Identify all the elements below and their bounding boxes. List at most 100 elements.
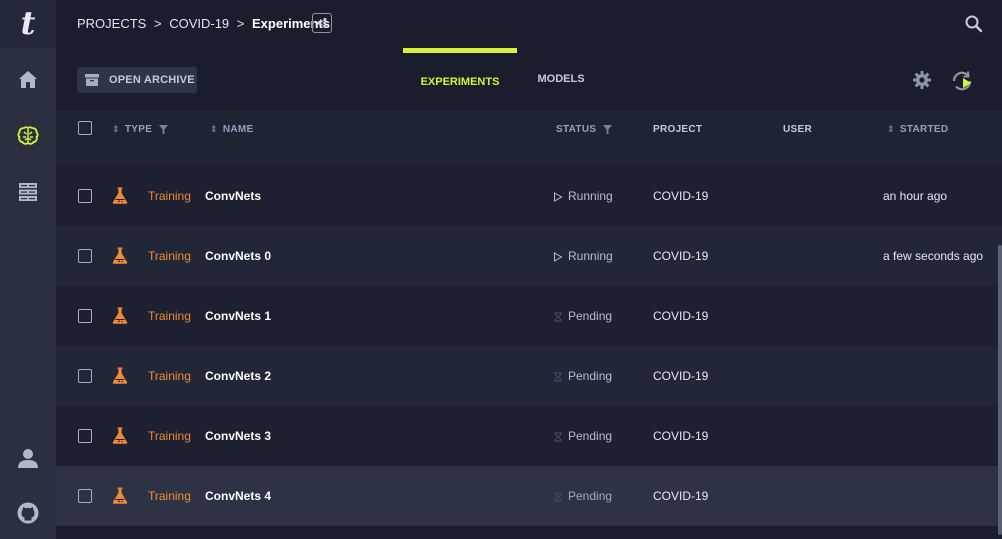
row-name: ConvNets 4 <box>205 489 272 503</box>
column-type-label: TYPE <box>124 124 153 135</box>
pending-icon <box>553 491 563 502</box>
flask-icon <box>112 247 128 264</box>
auto-refresh-button[interactable] <box>950 69 974 93</box>
row-started: an hour ago <box>883 189 948 203</box>
row-checkbox[interactable] <box>78 189 92 203</box>
scrollbar[interactable] <box>998 245 1002 535</box>
row-name: ConvNets 1 <box>205 309 272 323</box>
share-button[interactable] <box>312 13 332 33</box>
column-type[interactable]: ⇕ TYPE <box>112 124 169 135</box>
flask-icon <box>112 307 128 324</box>
column-started[interactable]: ⇕ STARTED <box>887 124 948 135</box>
table-row[interactable]: Training ConvNets 0 Running COVID-19 a few s… <box>56 226 1002 286</box>
flask-icon <box>112 427 128 444</box>
row-status: Pending <box>553 346 612 406</box>
server-icon[interactable] <box>16 180 40 204</box>
row-project: COVID-19 <box>653 489 709 503</box>
running-icon <box>553 191 563 202</box>
row-project: COVID-19 <box>653 369 709 383</box>
breadcrumb-separator: > <box>153 16 162 31</box>
brain-icon[interactable] <box>16 124 40 148</box>
github-icon[interactable] <box>16 501 40 525</box>
row-type: Training <box>148 489 191 503</box>
settings-button[interactable] <box>912 70 932 90</box>
breadcrumb-separator: > <box>236 16 245 31</box>
table-header: ⇕ TYPE ⇕ NAME STATUS PROJECT USER ⇕ STAR… <box>56 110 1002 166</box>
sort-icon: ⇕ <box>210 124 218 134</box>
column-project[interactable]: PROJECT <box>653 124 702 135</box>
row-started: a few seconds ago <box>883 249 984 263</box>
sub-header: OPEN ARCHIVE EXPERIMENTS MODELS <box>56 48 1002 110</box>
row-type: Training <box>148 369 191 383</box>
row-type: Training <box>148 189 191 203</box>
row-checkbox[interactable] <box>78 309 92 323</box>
sort-icon: ⇕ <box>887 124 895 134</box>
column-status[interactable]: STATUS <box>556 124 613 135</box>
row-name: ConvNets 0 <box>205 249 272 263</box>
flask-icon <box>112 487 128 504</box>
tab-experiments[interactable]: EXPERIMENTS <box>403 48 517 110</box>
row-type: Training <box>148 249 191 263</box>
row-status: Pending <box>553 286 612 346</box>
row-checkbox[interactable] <box>78 489 92 503</box>
search-button[interactable] <box>964 14 984 34</box>
open-archive-label: OPEN ARCHIVE <box>109 74 195 86</box>
table-row[interactable]: Training ConvNets 1 Pending COVID-19 <box>56 286 1002 346</box>
top-bar: PROJECTS > COVID-19 > Experiments <box>56 0 1002 48</box>
row-name: ConvNets <box>205 189 262 203</box>
logo-letter: t <box>20 4 36 42</box>
table-row[interactable]: Training ConvNets 4 Pending COVID-19 <box>56 466 1002 526</box>
row-name: ConvNets 3 <box>205 429 272 443</box>
column-status-label: STATUS <box>556 124 597 135</box>
pending-icon <box>553 311 563 322</box>
row-name: ConvNets 2 <box>205 369 272 383</box>
row-status-label: Pending <box>568 369 613 383</box>
row-status-label: Pending <box>568 489 613 503</box>
open-archive-button[interactable]: OPEN ARCHIVE <box>77 67 197 93</box>
breadcrumb-project[interactable]: COVID-19 <box>169 16 229 31</box>
gear-icon <box>913 71 931 89</box>
breadcrumb-projects[interactable]: PROJECTS <box>77 16 146 31</box>
column-project-label: PROJECT <box>653 124 703 135</box>
breadcrumb: PROJECTS > COVID-19 > Experiments <box>77 16 330 31</box>
pending-icon <box>553 371 563 382</box>
row-project: COVID-19 <box>653 309 709 323</box>
row-project: COVID-19 <box>653 189 709 203</box>
filter-icon[interactable] <box>159 125 169 134</box>
row-type: Training <box>148 429 191 443</box>
row-status: Pending <box>553 406 612 466</box>
logo[interactable]: t <box>0 0 56 48</box>
flask-icon <box>112 187 128 204</box>
share-icon <box>317 17 327 29</box>
pending-icon <box>553 431 563 442</box>
row-status-label: Running <box>568 249 613 263</box>
row-project: COVID-19 <box>653 249 709 263</box>
row-status-label: Running <box>568 189 613 203</box>
column-name[interactable]: ⇕ NAME <box>210 124 254 135</box>
row-status: Running <box>553 166 613 226</box>
row-status: Running <box>553 226 613 286</box>
sidebar: t <box>0 0 56 539</box>
row-status-label: Pending <box>568 309 613 323</box>
sort-icon: ⇕ <box>112 124 120 134</box>
table-row[interactable]: Training ConvNets 2 Pending COVID-19 <box>56 346 1002 406</box>
running-icon <box>553 251 563 262</box>
column-name-label: NAME <box>222 124 254 135</box>
row-checkbox[interactable] <box>78 429 92 443</box>
refresh-icon <box>952 71 972 91</box>
row-project: COVID-19 <box>653 429 709 443</box>
column-started-label: STARTED <box>899 124 949 135</box>
table-row[interactable]: Training ConvNets Running COVID-19 an hour a… <box>56 166 1002 226</box>
row-type: Training <box>148 309 191 323</box>
home-icon[interactable] <box>16 68 40 92</box>
row-status-label: Pending <box>568 429 613 443</box>
user-icon[interactable] <box>16 446 40 470</box>
search-icon <box>965 15 983 33</box>
row-checkbox[interactable] <box>78 249 92 263</box>
filter-icon[interactable] <box>603 125 613 134</box>
table-row[interactable]: Training ConvNets 3 Pending COVID-19 <box>56 406 1002 466</box>
select-all-checkbox[interactable] <box>78 121 92 135</box>
column-user[interactable]: USER <box>783 124 812 135</box>
row-checkbox[interactable] <box>78 369 92 383</box>
tab-models[interactable]: MODELS <box>526 48 596 110</box>
